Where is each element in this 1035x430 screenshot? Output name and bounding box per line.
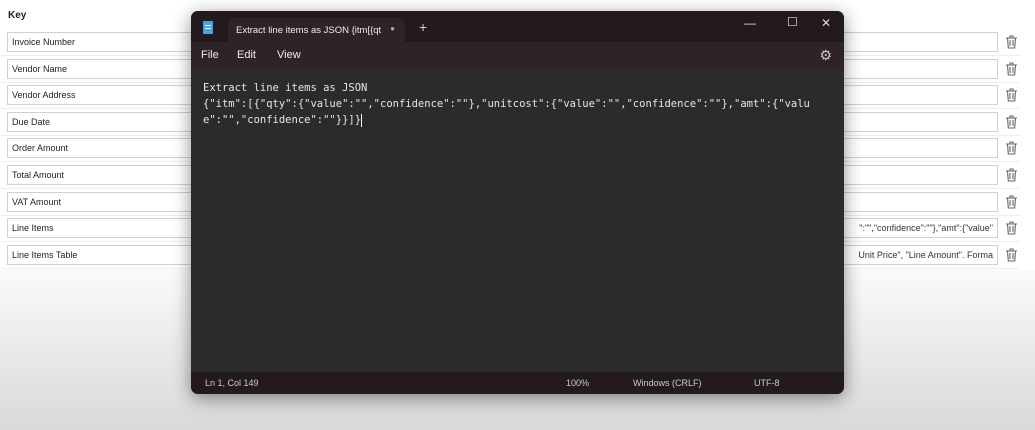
field-key: VAT Amount: [12, 196, 62, 207]
text-editor[interactable]: Extract line items as JSON {"itm":[{"qty…: [191, 70, 844, 373]
minimize-button[interactable]: —: [744, 16, 756, 30]
cursor-position: Ln 1, Col 149: [205, 378, 259, 388]
field-key: Vendor Name: [12, 63, 68, 74]
title-bar: Extract line items as JSON {itm[{qt ● + —…: [191, 11, 844, 42]
tab-document[interactable]: Extract line items as JSON {itm[{qt ●: [228, 18, 405, 42]
field-key: Order Amount: [12, 143, 69, 154]
field-key: Due Date: [12, 116, 51, 127]
close-button[interactable]: ✕: [821, 16, 831, 30]
new-tab-button[interactable]: +: [419, 19, 427, 35]
field-key: Vendor Address: [12, 90, 76, 101]
notepad-app-icon: [203, 21, 213, 34]
field-key: Line Items Table: [12, 249, 78, 260]
encoding: UTF-8: [754, 378, 780, 388]
menu-edit[interactable]: Edit: [237, 49, 256, 61]
trash-icon[interactable]: [1005, 88, 1018, 102]
field-key: Total Amount: [12, 170, 65, 180]
editor-line: Extract line items as JSON: [203, 82, 368, 94]
settings-gear-icon[interactable]: ⚙: [819, 47, 832, 64]
zoom-level: 100%: [566, 378, 590, 388]
trash-icon[interactable]: [1005, 221, 1018, 235]
line-ending: Windows (CRLF): [633, 378, 702, 388]
trash-icon[interactable]: [1005, 62, 1018, 76]
trash-icon[interactable]: [1005, 248, 1018, 262]
status-bar: Ln 1, Col 149 100% Windows (CRLF) UTF-8: [191, 372, 844, 394]
trash-icon[interactable]: [1005, 115, 1018, 129]
text-caret: [361, 113, 363, 127]
maximize-button[interactable]: ☐: [787, 15, 798, 29]
menu-view[interactable]: View: [277, 49, 301, 61]
key-column-header: Key: [8, 10, 27, 21]
menu-file[interactable]: File: [201, 49, 219, 61]
trash-icon[interactable]: [1005, 141, 1018, 155]
trash-icon[interactable]: [1005, 168, 1018, 182]
notepad-window: Extract line items as JSON {itm[{qt ● + —…: [191, 11, 844, 394]
editor-line: {"itm":[{"qty":{"value":"","confidence":…: [203, 98, 810, 126]
unsaved-dot-icon: ●: [390, 24, 395, 33]
field-key: Invoice Number: [12, 37, 76, 47]
trash-icon[interactable]: [1005, 195, 1018, 209]
trash-icon[interactable]: [1005, 35, 1018, 49]
menu-bar: File Edit View ⚙: [191, 42, 844, 70]
field-key: Line Items: [12, 223, 54, 234]
field-value: Unit Price", "Line Amount". Forma: [858, 249, 993, 260]
field-value: ":"","confidence":""},"amt":{"value": [859, 223, 993, 234]
tab-title: Extract line items as JSON {itm[{qt: [236, 25, 382, 36]
